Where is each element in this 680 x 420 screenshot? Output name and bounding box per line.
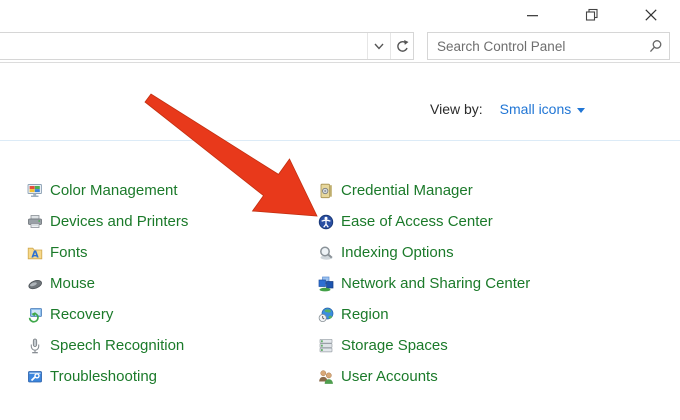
item-label: Credential Manager [341, 182, 473, 199]
search-icon [648, 39, 663, 54]
item-mouse[interactable]: Mouse [27, 268, 188, 299]
control-panel-window: { "window": { "controls": [ {"name": "mi… [0, 0, 680, 420]
network-and-sharing-icon [318, 276, 334, 292]
close-icon [644, 8, 658, 22]
content-separator [0, 140, 680, 141]
item-label: User Accounts [341, 368, 438, 385]
item-indexing-options[interactable]: Indexing Options [318, 237, 530, 268]
view-by-dropdown[interactable]: Small icons [500, 101, 586, 117]
credential-manager-icon [318, 183, 334, 199]
restore-icon [585, 8, 599, 22]
devices-and-printers-icon [27, 214, 43, 230]
item-speech-recognition[interactable]: Speech Recognition [27, 330, 188, 361]
item-label: Color Management [50, 182, 178, 199]
item-label: Recovery [50, 306, 113, 323]
svg-text:A: A [31, 249, 39, 260]
item-region[interactable]: Region [318, 299, 530, 330]
minimize-button[interactable] [503, 0, 562, 30]
title-bar[interactable] [0, 0, 680, 30]
address-bar[interactable] [0, 32, 414, 60]
toolbar-separator [0, 62, 680, 63]
mouse-icon [27, 276, 43, 292]
region-icon [318, 307, 334, 323]
storage-spaces-icon [318, 338, 334, 354]
item-fonts[interactable]: A Fonts [27, 237, 188, 268]
item-devices-and-printers[interactable]: Devices and Printers [27, 206, 188, 237]
view-by-selected: Small icons [500, 101, 572, 117]
search-box [427, 32, 670, 60]
address-dropdown-button[interactable] [367, 33, 390, 59]
item-color-management[interactable]: Color Management [27, 175, 188, 206]
refresh-icon [395, 39, 410, 54]
item-label: Region [341, 306, 389, 323]
ease-of-access-icon [318, 214, 334, 230]
view-by-label: View by: [430, 101, 483, 117]
user-accounts-icon [318, 369, 334, 385]
item-user-accounts[interactable]: User Accounts [318, 361, 530, 392]
item-ease-of-access-center[interactable]: Ease of Access Center [318, 206, 530, 237]
recovery-icon [27, 307, 43, 323]
troubleshooting-icon [27, 369, 43, 385]
item-label: Indexing Options [341, 244, 454, 261]
item-recovery[interactable]: Recovery [27, 299, 188, 330]
close-button[interactable] [621, 0, 680, 30]
window-controls [503, 0, 680, 30]
chevron-down-icon [373, 40, 385, 52]
minimize-icon [526, 9, 539, 22]
indexing-options-icon [318, 245, 334, 261]
restore-button[interactable] [562, 0, 621, 30]
item-storage-spaces[interactable]: Storage Spaces [318, 330, 530, 361]
item-label: Ease of Access Center [341, 213, 493, 230]
items-column-left: Color Management Devices and Printers A … [27, 175, 188, 392]
item-credential-manager[interactable]: Credential Manager [318, 175, 530, 206]
caret-down-icon [577, 108, 585, 113]
item-network-and-sharing-center[interactable]: Network and Sharing Center [318, 268, 530, 299]
color-management-icon [27, 183, 43, 199]
item-label: Troubleshooting [50, 368, 157, 385]
item-label: Mouse [50, 275, 95, 292]
item-label: Devices and Printers [50, 213, 188, 230]
search-input[interactable] [428, 39, 641, 54]
item-troubleshooting[interactable]: Troubleshooting [27, 361, 188, 392]
item-label: Storage Spaces [341, 337, 448, 354]
items-column-right: Credential Manager Ease of Access Center… [318, 175, 530, 392]
speech-recognition-icon [27, 338, 43, 354]
item-label: Network and Sharing Center [341, 275, 530, 292]
item-label: Speech Recognition [50, 337, 184, 354]
search-button[interactable] [641, 39, 669, 54]
view-by-bar: View by: Small icons [430, 99, 585, 119]
fonts-icon: A [27, 245, 43, 261]
refresh-button[interactable] [390, 33, 413, 59]
item-label: Fonts [50, 244, 88, 261]
